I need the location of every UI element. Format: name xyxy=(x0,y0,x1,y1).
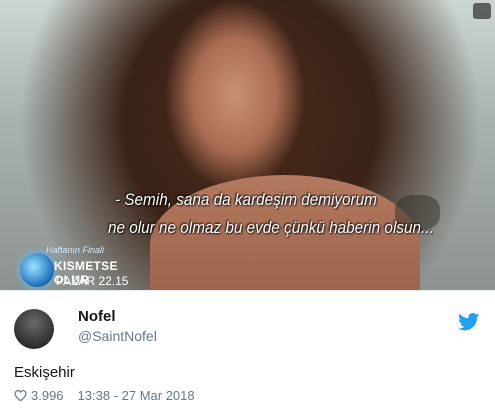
display-name[interactable]: Nofel xyxy=(78,308,116,325)
like-count[interactable]: 3.996 xyxy=(31,388,64,403)
subtitle-line-2: ne olur ne olmaz bu evde çünkü haberin o… xyxy=(108,218,434,237)
tweet-card: Nofel @SaintNofel Eskişehir 3.996 13:38 … xyxy=(0,290,495,409)
twitter-bird-icon[interactable] xyxy=(458,313,480,331)
show-time: PAZAR 22.15 xyxy=(56,274,129,288)
tweet-meta: 3.996 13:38 - 27 Mar 2018 xyxy=(14,388,195,403)
user-handle[interactable]: @SaintNofel xyxy=(78,328,157,344)
heart-icon[interactable] xyxy=(14,389,27,402)
tweet-text: Eskişehir xyxy=(14,364,75,381)
subtitle-line-1: - Semih, sana da kardeşim demiyorum xyxy=(115,190,377,209)
timestamp[interactable]: 13:38 - 27 Mar 2018 xyxy=(78,388,195,403)
show-logo: Haftanın Finali KISMETSE OLUR PAZAR 22.1… xyxy=(20,245,150,290)
globe-icon xyxy=(20,253,54,287)
show-subtitle: Haftanın Finali xyxy=(46,245,105,255)
avatar[interactable] xyxy=(14,309,54,349)
media-badge-icon xyxy=(473,3,491,19)
tweet-image[interactable]: - Semih, sana da kardeşim demiyorum ne o… xyxy=(0,0,495,290)
